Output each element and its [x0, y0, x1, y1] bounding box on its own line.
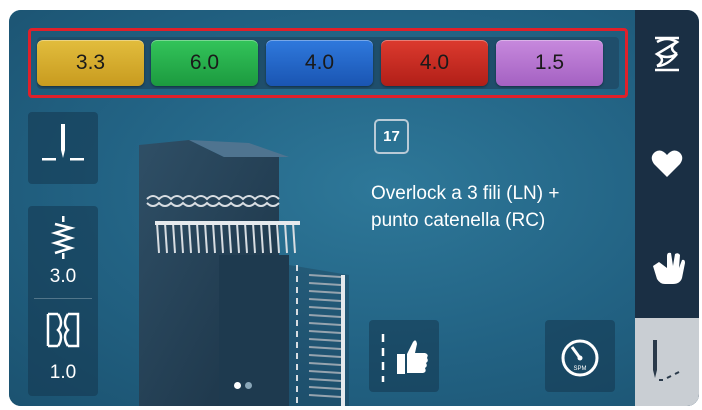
tension-button-2[interactable]: 6.0 [151, 40, 258, 86]
stitch-patterns-icon [654, 36, 680, 72]
needle-sewing-icon [653, 340, 680, 381]
speed-gauge-icon: SPM [561, 339, 599, 377]
tension-value-4: 4.0 [419, 51, 450, 74]
tension-button-1[interactable]: 3.3 [37, 40, 144, 86]
tension-value-1: 3.3 [75, 51, 106, 74]
tension-button-4[interactable]: 4.0 [381, 40, 488, 86]
nav-stitch-patterns[interactable] [635, 24, 699, 84]
main-area: 3.3 6.0 4.0 4.0 1.5 3.0 1.0 17 Overlock … [9, 10, 635, 406]
needle-position-icon [42, 124, 84, 161]
hand-icon [653, 252, 685, 284]
tension-value-3: 4.0 [304, 51, 335, 74]
stitch-number-badge: 17 [374, 119, 409, 154]
stitch-length-value: 3.0 [49, 266, 77, 287]
tension-button-5[interactable]: 1.5 [496, 40, 603, 86]
machine-screen: 3.3 6.0 4.0 4.0 1.5 3.0 1.0 17 Overlock … [9, 10, 699, 406]
stitch-title-line-1: Overlock a 3 fili (LN) + [371, 183, 560, 204]
pager-dot-2[interactable] [245, 382, 252, 389]
stitch-length-icon [50, 216, 76, 259]
speed-label: SPM [573, 366, 586, 372]
speed-button[interactable]: SPM [545, 320, 615, 392]
differential-feed-value: 1.0 [49, 362, 77, 383]
tension-value-2: 6.0 [189, 51, 220, 74]
thumbs-up-icon [381, 334, 428, 382]
approve-button[interactable] [369, 320, 439, 392]
needle-position-button[interactable] [28, 112, 98, 184]
stitch-length-button[interactable]: 3.0 [28, 206, 98, 298]
nav-favorites[interactable] [635, 134, 699, 194]
heart-icon [651, 150, 683, 177]
divider [34, 298, 92, 299]
stitch-illustration [139, 140, 349, 406]
tension-button-3[interactable]: 4.0 [266, 40, 373, 86]
nav-sewing-active[interactable] [635, 318, 699, 406]
differential-feed-button[interactable]: 1.0 [28, 302, 98, 396]
settings-panel: 3.0 1.0 [28, 206, 98, 396]
stitch-title: Overlock a 3 fili (LN) + punto catenella… [371, 180, 621, 234]
nav-manual[interactable] [635, 236, 699, 296]
differential-feed-icon [46, 312, 80, 348]
stitch-title-line-2: punto catenella (RC) [371, 210, 546, 231]
pager-dot-1[interactable] [234, 382, 241, 389]
tension-value-5: 1.5 [534, 51, 565, 74]
right-nav-bar [635, 10, 699, 406]
